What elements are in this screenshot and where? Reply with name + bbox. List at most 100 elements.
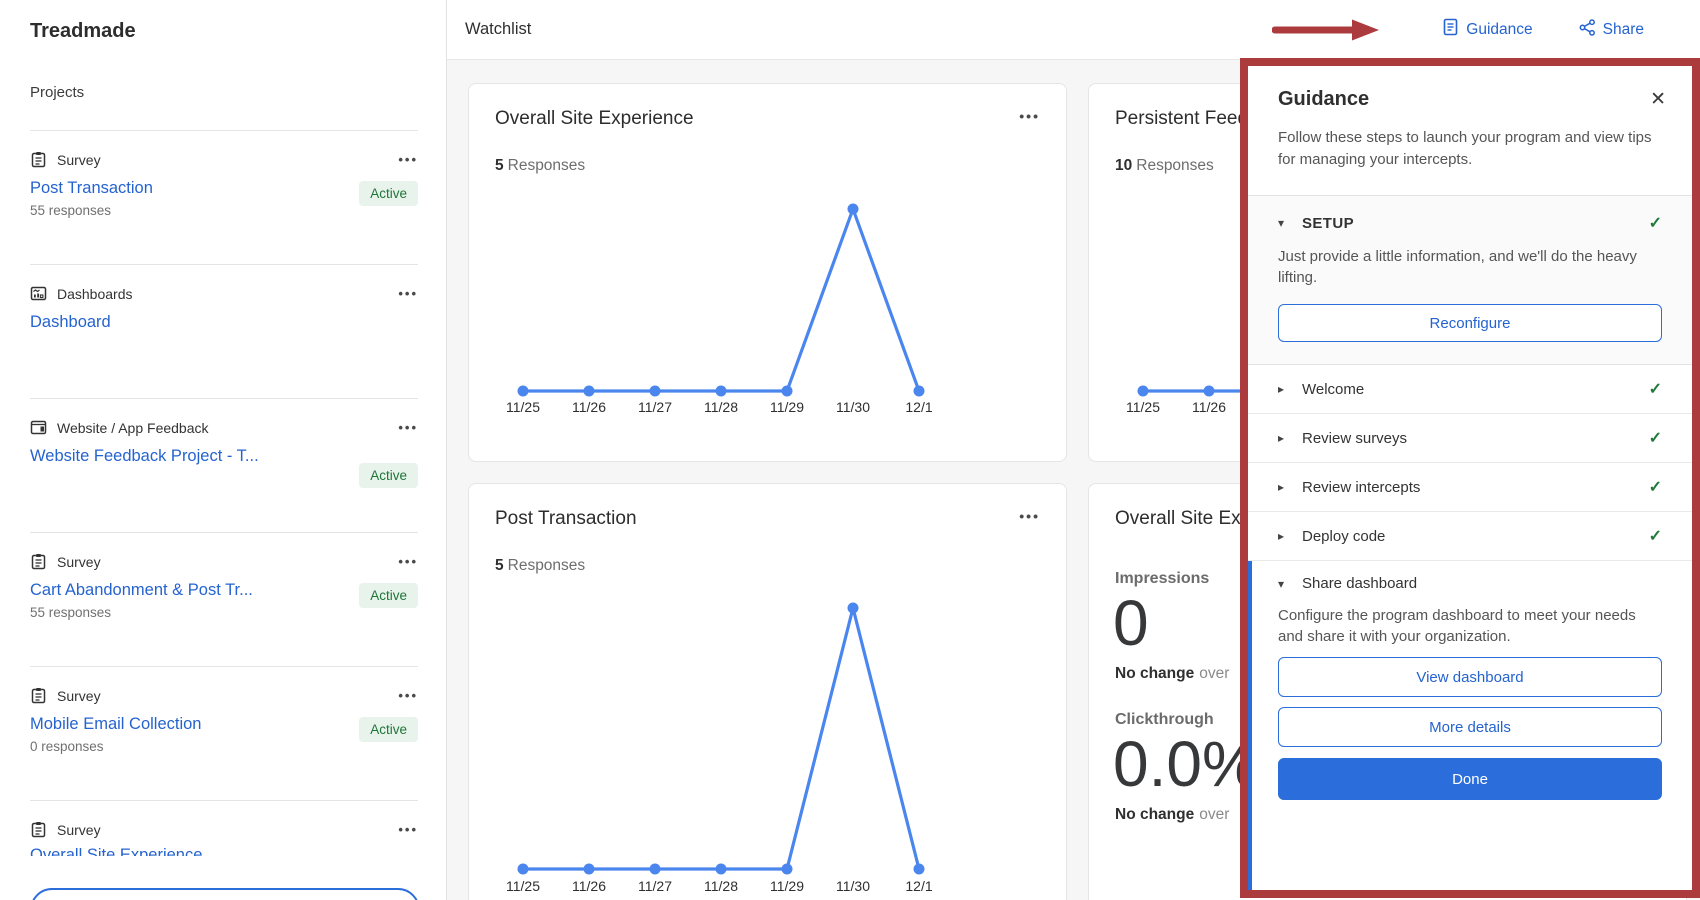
section-label[interactable]: Review intercepts xyxy=(1302,479,1420,496)
guidance-panel: Guidance ✕ Follow these steps to launch … xyxy=(1240,58,1700,898)
share-link[interactable]: Share xyxy=(1579,19,1644,41)
svg-text:11/25: 11/25 xyxy=(506,878,540,894)
svg-text:11/27: 11/27 xyxy=(638,878,672,894)
project-link[interactable]: Dashboard xyxy=(30,313,111,332)
share-icon xyxy=(1579,19,1596,41)
svg-text:11/30: 11/30 xyxy=(836,399,870,415)
svg-text:11/26: 11/26 xyxy=(572,399,606,415)
done-button[interactable]: Done xyxy=(1278,758,1662,800)
svg-text:11/30: 11/30 xyxy=(836,878,870,894)
guidance-section-setup: ▾SETUP✓Just provide a little information… xyxy=(1248,196,1692,365)
caret-right-icon[interactable]: ▸ xyxy=(1278,529,1302,543)
caret-right-icon[interactable]: ▸ xyxy=(1278,480,1302,494)
project-type-label: Survey xyxy=(57,554,101,570)
project-type-label: Website / App Feedback xyxy=(57,420,209,436)
check-icon: ✓ xyxy=(1649,428,1662,448)
more-menu-icon[interactable]: ••• xyxy=(1019,108,1040,124)
project-list: Survey•••Post Transaction55 responsesAct… xyxy=(30,130,418,900)
guidance-doc-icon xyxy=(1442,18,1459,41)
check-icon: ✓ xyxy=(1649,526,1662,546)
status-badge: Active xyxy=(359,717,418,742)
more-menu-icon[interactable]: ••• xyxy=(398,155,418,165)
project-type-label: Survey xyxy=(57,688,101,704)
section-label[interactable]: Welcome xyxy=(1302,381,1364,398)
svg-text:11/27: 11/27 xyxy=(638,399,672,415)
share-link-label: Share xyxy=(1603,21,1644,39)
responses-label: Responses xyxy=(1136,157,1214,174)
card-title: Post Transaction xyxy=(495,508,637,530)
chart-card-post-transaction: Post Transaction ••• 5Responses 11/2511/… xyxy=(468,483,1067,900)
guidance-section-deploy-code: ▸Deploy code ✓ xyxy=(1248,512,1692,561)
survey-icon xyxy=(30,821,47,838)
project-link[interactable]: Post Transaction xyxy=(30,179,153,198)
section-label[interactable]: Review surveys xyxy=(1302,430,1407,447)
project-item: Dashboards ••• Dashboard xyxy=(30,264,418,398)
sidebar-bottom-button[interactable] xyxy=(30,888,420,900)
project-link[interactable]: Overall Site Experience xyxy=(30,846,202,856)
clipped-project-link-wrap: Overall Site Experience xyxy=(30,846,418,856)
line-chart: 11/25 11/26 11/27 11/28 11/29 11/30 12/1 xyxy=(469,594,1068,900)
svg-text:12/1: 12/1 xyxy=(905,878,932,894)
project-type-label: Survey xyxy=(57,152,101,168)
dashboards-icon xyxy=(30,285,47,302)
survey-icon xyxy=(30,687,47,704)
project-item: Survey•••Overall Site Experience xyxy=(30,800,418,900)
svg-text:12/1: 12/1 xyxy=(905,399,932,415)
caret-right-icon[interactable]: ▸ xyxy=(1278,431,1302,445)
svg-text:11/26: 11/26 xyxy=(1192,399,1226,415)
project-item: Survey•••Cart Abandonment & Post Tr...55… xyxy=(30,532,418,666)
project-link[interactable]: Mobile Email Collection xyxy=(30,715,202,734)
svg-text:11/25: 11/25 xyxy=(506,399,540,415)
check-icon: ✓ xyxy=(1649,213,1662,233)
view-dashboard-button[interactable]: View dashboard xyxy=(1278,657,1662,697)
more-menu-icon[interactable]: ••• xyxy=(1019,508,1040,524)
project-link[interactable]: Cart Abandonment & Post Tr... xyxy=(30,581,253,600)
responses-count: 10 xyxy=(1115,157,1132,174)
project-type-label: Dashboards xyxy=(57,286,133,302)
svg-text:11/28: 11/28 xyxy=(704,878,738,894)
more-menu-icon[interactable]: ••• xyxy=(398,423,418,433)
svg-text:11/25: 11/25 xyxy=(1126,399,1160,415)
svg-text:11/29: 11/29 xyxy=(770,878,804,894)
project-item: Survey•••Mobile Email Collection0 respon… xyxy=(30,666,418,800)
svg-text:11/26: 11/26 xyxy=(572,878,606,894)
guidance-section-share-dashboard: ▾Share dashboardConfigure the program da… xyxy=(1248,561,1692,890)
guidance-link[interactable]: Guidance xyxy=(1442,18,1532,41)
section-label[interactable]: Share dashboard xyxy=(1302,575,1417,592)
check-icon: ✓ xyxy=(1649,379,1662,399)
section-label[interactable]: Deploy code xyxy=(1302,528,1385,545)
sidebar: Treadmade Projects Survey•••Post Transac… xyxy=(0,0,447,900)
more-menu-icon[interactable]: ••• xyxy=(398,557,418,567)
status-badge: Active xyxy=(359,583,418,608)
reconfigure-button[interactable]: Reconfigure xyxy=(1278,304,1662,342)
guidance-intro: Follow these steps to launch your progra… xyxy=(1248,115,1692,195)
app-window: Treadmade Projects Survey•••Post Transac… xyxy=(0,0,1700,900)
section-label[interactable]: SETUP xyxy=(1302,215,1354,232)
check-icon: ✓ xyxy=(1649,477,1662,497)
guidance-section-welcome: ▸Welcome ✓ xyxy=(1248,365,1692,414)
app-title: Treadmade xyxy=(30,0,418,43)
more-menu-icon[interactable]: ••• xyxy=(398,825,418,835)
responses-count: 5 xyxy=(495,557,504,574)
caret-down-icon[interactable]: ▾ xyxy=(1278,216,1302,230)
responses-label: Responses xyxy=(508,157,586,174)
more-menu-icon[interactable]: ••• xyxy=(398,289,418,299)
more-details-button[interactable]: More details xyxy=(1278,707,1662,747)
responses-label: Responses xyxy=(508,557,586,574)
guidance-link-label: Guidance xyxy=(1466,21,1532,39)
survey-icon xyxy=(30,151,47,168)
annotation-arrow-icon xyxy=(1272,18,1380,42)
status-badge: Active xyxy=(359,463,418,488)
close-icon[interactable]: ✕ xyxy=(1650,88,1666,111)
project-link[interactable]: Website Feedback Project - T... xyxy=(30,447,259,466)
svg-text:11/29: 11/29 xyxy=(770,399,804,415)
caret-down-icon[interactable]: ▾ xyxy=(1278,577,1302,591)
caret-right-icon[interactable]: ▸ xyxy=(1278,382,1302,396)
guidance-panel-title: Guidance xyxy=(1278,88,1658,111)
line-chart: 11/2511/2611/2711/2811/2911/3012/1 xyxy=(469,181,1068,436)
page-title: Watchlist xyxy=(465,20,531,39)
watchlist-header: Watchlist xyxy=(447,0,1700,60)
more-menu-icon[interactable]: ••• xyxy=(398,691,418,701)
guidance-section-review-intercepts: ▸Review intercepts ✓ xyxy=(1248,463,1692,512)
guidance-steps-list: ▾SETUP✓Just provide a little information… xyxy=(1248,195,1692,890)
